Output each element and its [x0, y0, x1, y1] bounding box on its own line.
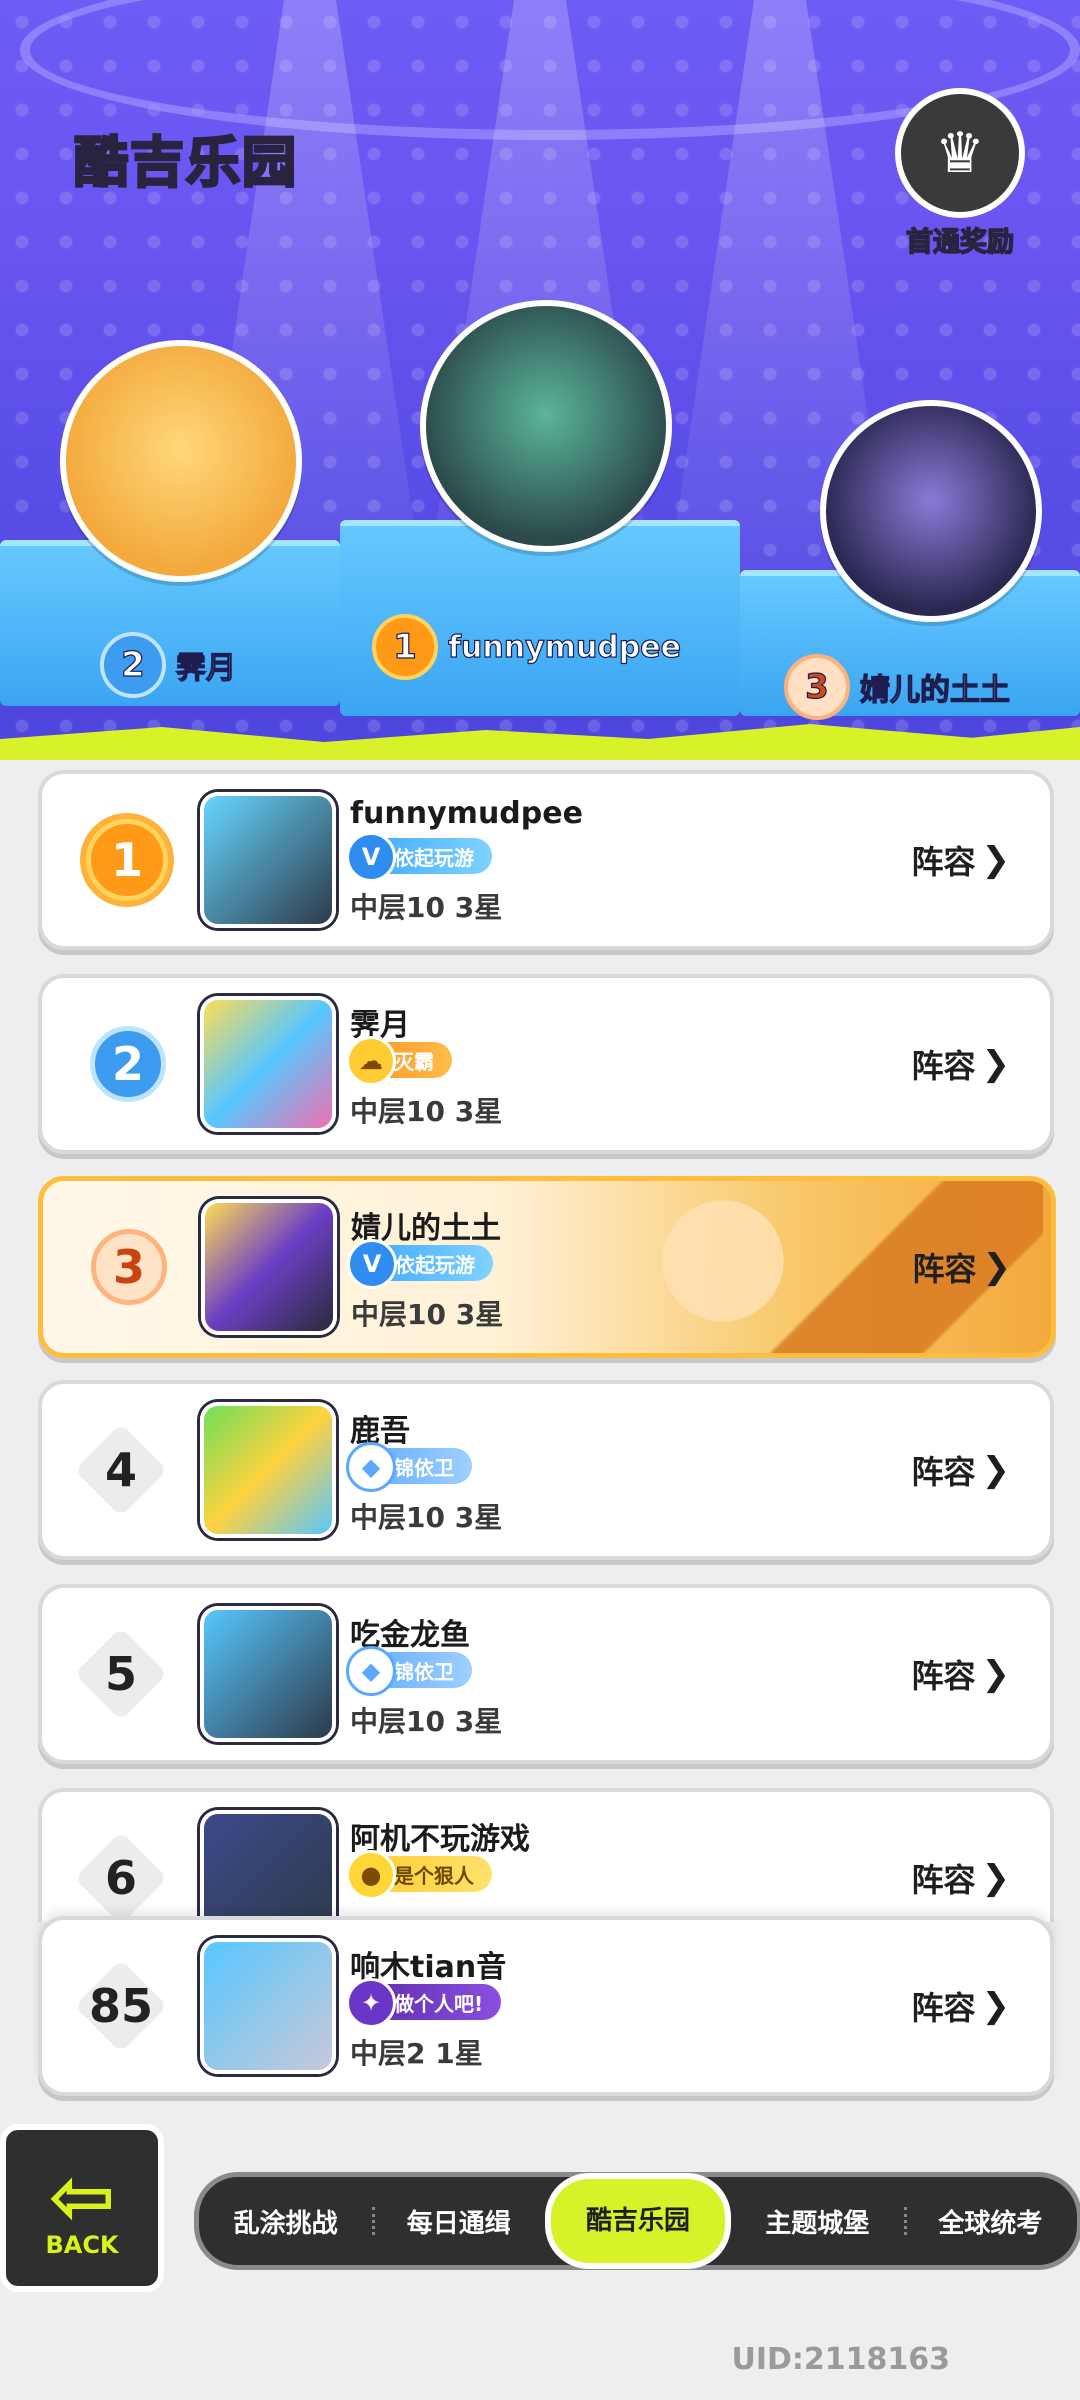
rank-badge: 2 — [100, 632, 166, 698]
title-tag: ✦ 做个人吧! — [346, 1978, 502, 2028]
title-tag: ● 是个狠人 — [346, 1850, 492, 1900]
avatar[interactable] — [200, 1402, 336, 1538]
title-tag: ◆ 锦依卫 — [346, 1442, 472, 1492]
level-text: 中层2 1星 — [350, 2037, 483, 2070]
bottom-tab-bar: 乱涂挑战 每日通缉 酷吉乐园 主题城堡 全球统考 — [194, 2172, 1080, 2270]
player-name: funnymudpee — [350, 796, 583, 831]
lineup-button[interactable]: 阵容 ❯ — [911, 1041, 1010, 1087]
rank-badge: 6 — [76, 1833, 166, 1922]
tab-kuji-park[interactable]: 酷吉乐园 — [545, 2173, 731, 2269]
podium-player-name: funnymudpee — [447, 629, 681, 665]
uid-text: UID:2118163 — [731, 2342, 950, 2377]
chevron-right-icon: ❯ — [981, 1858, 1011, 1898]
tab-daily-wanted[interactable]: 每日通缉 — [372, 2203, 545, 2240]
level-text: 中层10 3星 — [351, 1298, 504, 1331]
title-tag: V 依起玩游 — [346, 832, 492, 882]
chevron-right-icon: ❯ — [981, 1986, 1011, 2026]
avatar[interactable] — [200, 1810, 336, 1922]
chevron-right-icon: ❯ — [982, 1247, 1012, 1287]
chevron-right-icon: ❯ — [981, 1654, 1011, 1694]
rank-badge: 2 — [90, 1026, 166, 1102]
avatar[interactable] — [200, 1606, 336, 1742]
rank-badge: 85 — [76, 1961, 166, 2051]
level-text: 中层10 3星 — [350, 891, 503, 924]
back-button[interactable]: ⇦ BACK — [0, 2124, 164, 2292]
lineup-button[interactable]: 阵容 ❯ — [912, 1244, 1011, 1290]
lineup-button[interactable]: 阵容 ❯ — [911, 837, 1010, 883]
shield-badge-icon: ◆ — [346, 1442, 396, 1492]
rank-badge: 5 — [76, 1629, 166, 1719]
page-title: 酷吉乐园 — [73, 130, 298, 196]
podium-player-name: 霁月 — [175, 650, 236, 686]
podium-avatar-second[interactable] — [60, 340, 302, 582]
level-text: 中层10 3星 — [350, 1095, 503, 1128]
lineup-button[interactable]: 阵容 ❯ — [911, 1855, 1010, 1901]
rank-badge: 3 — [91, 1229, 167, 1305]
avatar[interactable] — [201, 1199, 337, 1335]
leaderboard-row[interactable]: 4 鹿吾 ◆ 锦依卫 中层10 3星 阵容 ❯ — [38, 1380, 1054, 1560]
podium-name-third: 3 婧儿的土土 — [784, 654, 1011, 720]
lineup-button[interactable]: 阵容 ❯ — [911, 1983, 1010, 2029]
leaderboard-row[interactable]: 2 霁月 ☁ 灭霸 中层10 3星 阵容 ❯ — [38, 974, 1054, 1154]
podium-name-first: 1 funnymudpee — [372, 614, 682, 680]
level-text: 中层10 3星 — [350, 1501, 503, 1534]
bubble-badge-icon: ✦ — [346, 1978, 396, 2028]
v-badge-icon: V — [346, 832, 396, 882]
avatar[interactable] — [200, 792, 336, 928]
rank-badge: 1 — [372, 614, 438, 680]
first-clear-reward-button[interactable]: ♛ 首通奖励 — [895, 88, 1025, 259]
leaderboard-row[interactable]: 1 funnymudpee V 依起玩游 中层10 3星 阵容 ❯ — [38, 770, 1054, 950]
leaderboard-row[interactable]: 6 阿机不玩游戏 ● 是个狠人 阵容 ❯ — [38, 1788, 1054, 1922]
trophy-icon: ♛ — [895, 88, 1025, 218]
chevron-right-icon: ❯ — [981, 1044, 1011, 1084]
shield-badge-icon: ◆ — [346, 1646, 396, 1696]
leaderboard-row[interactable]: 5 吃金龙鱼 ◆ 锦依卫 中层10 3星 阵容 ❯ — [38, 1584, 1054, 1764]
reward-label: 首通奖励 — [905, 226, 1015, 259]
podium-player-name: 婧儿的土土 — [859, 672, 1010, 708]
v-badge-icon: V — [347, 1239, 397, 1289]
podium-name-second: 2 霁月 — [100, 632, 237, 698]
my-rank-row[interactable]: 85 响木tian音 ✦ 做个人吧! 中层2 1星 阵容 ❯ — [38, 1916, 1054, 2096]
level-text: 中层10 3星 — [350, 1705, 503, 1738]
cloud-badge-icon: ☁ — [346, 1036, 396, 1086]
podium-avatar-first[interactable] — [420, 300, 672, 552]
tab-theme-castle[interactable]: 主题城堡 — [731, 2203, 904, 2240]
back-arrow-icon: ⇦ — [48, 2150, 116, 2243]
tab-global-exam[interactable]: 全球统考 — [903, 2203, 1077, 2240]
tab-doodle-challenge[interactable]: 乱涂挑战 — [199, 2203, 372, 2240]
stage-header: 酷吉乐园 ♛ 首通奖励 2 霁月 1 funnymudpee 3 婧儿的土土 — [0, 0, 1080, 760]
back-label: BACK — [45, 2231, 119, 2259]
rank-badge: 4 — [76, 1425, 166, 1515]
rank-badge: 3 — [784, 654, 850, 720]
avatar[interactable] — [200, 996, 336, 1132]
lineup-button[interactable]: 阵容 ❯ — [911, 1447, 1010, 1493]
chevron-right-icon: ❯ — [981, 840, 1011, 880]
duck-badge-icon: ● — [346, 1850, 396, 1900]
lineup-button[interactable]: 阵容 ❯ — [911, 1651, 1010, 1697]
title-tag: ☁ 灭霸 — [346, 1036, 452, 1086]
podium-avatar-third[interactable] — [820, 400, 1042, 622]
chevron-right-icon: ❯ — [981, 1450, 1011, 1490]
avatar[interactable] — [200, 1938, 336, 2074]
title-tag: ◆ 锦依卫 — [346, 1646, 472, 1696]
title-tag: V 依起玩游 — [347, 1239, 493, 1289]
leaderboard-row[interactable]: 3 婧儿的土土 V 依起玩游 中层10 3星 阵容 ❯ — [38, 1176, 1056, 1358]
rank-badge: 1 — [86, 819, 168, 901]
